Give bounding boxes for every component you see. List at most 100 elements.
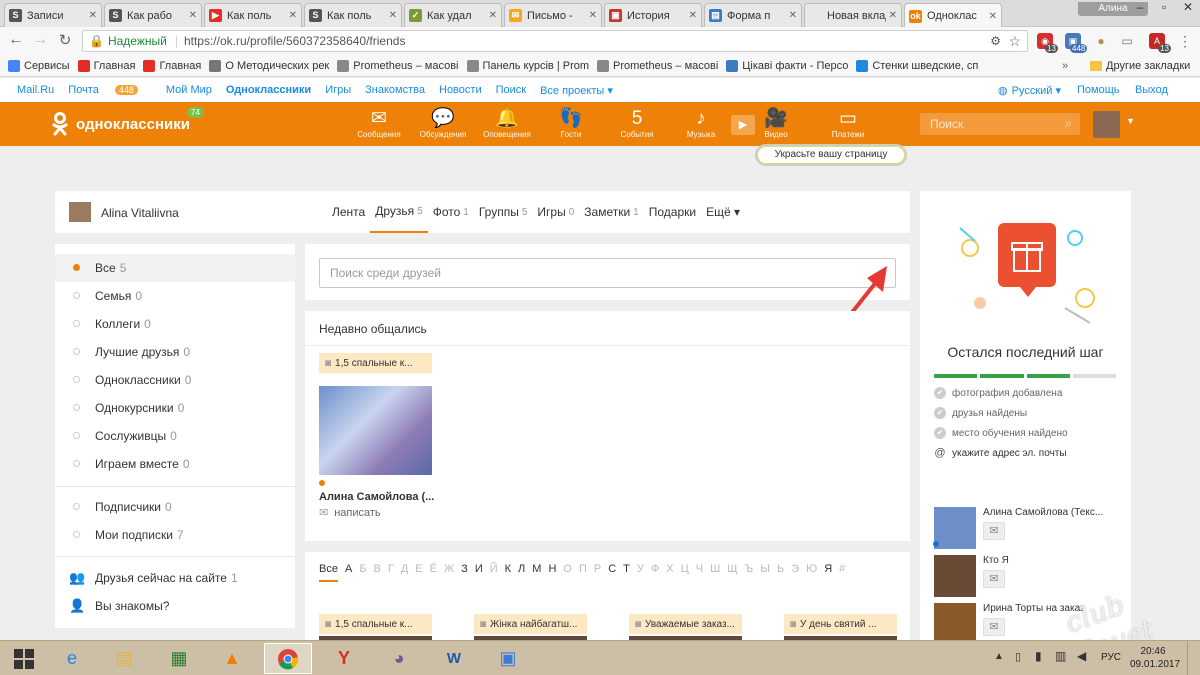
ok-nav-0[interactable]: ✉ Сообщения xyxy=(349,108,409,139)
profile-name[interactable]: Alina Vitaliivna xyxy=(101,206,179,220)
decorate-page-button[interactable]: Украсьте вашу страницу xyxy=(755,144,907,166)
alphabet-letter[interactable]: Ё xyxy=(430,563,437,582)
portal-link-mymir[interactable]: Мой Мир xyxy=(166,84,212,96)
clock[interactable]: 20:46 09.01.2017 xyxy=(1130,645,1180,671)
chrome-icon[interactable] xyxy=(264,643,312,674)
alphabet-letter[interactable]: Ю xyxy=(806,563,817,582)
tray-up-icon[interactable]: ▲ xyxy=(994,651,1004,662)
profile-tab[interactable]: Заметки 1 xyxy=(579,191,643,233)
friend-group-item[interactable]: Лучшие друзья 0 xyxy=(55,338,295,366)
help-link[interactable]: Помощь xyxy=(1077,84,1120,96)
ok-nav-2[interactable]: 🔔 Оповещения xyxy=(477,108,537,139)
close-tab-icon[interactable]: ✕ xyxy=(689,10,697,21)
close-window-icon[interactable]: ✕ xyxy=(1176,0,1200,18)
bookmark-item[interactable]: Prometheus – масові xyxy=(337,59,459,72)
portal-link-dating[interactable]: Знакомства xyxy=(365,84,425,96)
bookmark-item[interactable]: Главная xyxy=(77,59,135,72)
friend-photo[interactable] xyxy=(319,386,432,475)
alphabet-letter[interactable]: Н xyxy=(548,563,556,582)
browser-tab[interactable]: S Как рабо ✕ xyxy=(104,3,202,27)
browser-tab[interactable]: ▤ Форма п ✕ xyxy=(704,3,802,27)
user-avatar[interactable] xyxy=(1093,111,1120,138)
search-icon[interactable]: ⌕ xyxy=(1065,116,1072,131)
reload-icon[interactable]: ↻ xyxy=(55,31,75,49)
maybe-friends-link[interactable]: 👤 Вы знакомы? xyxy=(55,592,295,620)
alphabet-letter[interactable]: Ь xyxy=(777,563,784,582)
alphabet-letter[interactable]: Х xyxy=(666,563,673,582)
ok-logo[interactable]: одноклассники 74 xyxy=(52,107,204,136)
avatar[interactable] xyxy=(69,202,91,222)
friends-online-link[interactable]: 👥 Друзья сейчас на сайте 1 xyxy=(55,564,295,592)
maximize-icon[interactable]: ▫ xyxy=(1152,0,1176,18)
more-bookmarks-icon[interactable]: » xyxy=(1062,60,1068,72)
viber-icon[interactable]: ◕ xyxy=(375,643,423,674)
friend-name[interactable]: Алина Самойлова (Текс... xyxy=(983,507,1125,518)
friend-status-chip[interactable]: ◙ Жінка найбагатш... xyxy=(474,614,587,634)
alphabet-letter[interactable]: Ч xyxy=(696,563,703,582)
alphabet-letter[interactable]: О xyxy=(563,563,572,582)
friend-status-chip[interactable]: ◙ Уважаемые заказ... xyxy=(629,614,742,634)
completion-step[interactable]: @ укажите адрес эл. почты xyxy=(934,447,1066,459)
signal-icon[interactable]: ▮ xyxy=(1035,649,1042,663)
close-tab-icon[interactable]: ✕ xyxy=(489,10,497,21)
portal-link-mailru[interactable]: Mail.Ru xyxy=(17,84,54,96)
alphabet-letter[interactable]: Я xyxy=(824,563,832,582)
store-icon[interactable]: ▦ xyxy=(155,643,203,674)
battery-icon[interactable]: ▯ xyxy=(1015,650,1021,663)
friend-group-item[interactable]: Семья 0 xyxy=(55,282,295,310)
friend-group-item[interactable]: Однокурсники 0 xyxy=(55,394,295,422)
alphabet-letter[interactable]: Л xyxy=(518,563,525,582)
portal-link-ok[interactable]: Одноклассники xyxy=(226,84,311,96)
friend-status-chip[interactable]: ◙ У день святий ... xyxy=(784,614,897,634)
alphabet-letter[interactable]: Ш xyxy=(710,563,720,582)
puzzle-icon[interactable]: ⚙ xyxy=(990,34,1001,48)
ok-nav-3[interactable]: 👣 Гости xyxy=(541,108,601,139)
subscription-item[interactable]: Подписчики 0 xyxy=(55,493,295,521)
show-desktop-button[interactable] xyxy=(1187,641,1200,675)
alphabet-letter[interactable]: Г xyxy=(388,563,394,582)
browser-tab[interactable]: S Как поль ✕ xyxy=(304,3,402,27)
friend-group-item[interactable]: Играем вместе 0 xyxy=(55,450,295,478)
close-tab-icon[interactable]: ✕ xyxy=(389,10,397,21)
forward-icon[interactable]: → xyxy=(30,31,50,49)
bookmark-item[interactable]: Prometheus – масові xyxy=(597,59,718,72)
ok-nav-4[interactable]: 5 События xyxy=(607,108,667,139)
message-button[interactable]: ✉ xyxy=(983,618,1005,636)
menu-icon[interactable]: ⋮ xyxy=(1177,33,1193,49)
message-button[interactable]: ✉ xyxy=(983,522,1005,540)
profile-tab[interactable]: Лента xyxy=(327,191,370,233)
alphabet-letter[interactable]: Ж xyxy=(444,563,454,582)
alphabet-letter[interactable]: У xyxy=(637,563,644,582)
windows-start-icon[interactable] xyxy=(0,643,48,674)
profile-tab[interactable]: Фото 1 xyxy=(428,191,474,233)
address-bar[interactable]: 🔒 Надежный | https://ok.ru/profile/56037… xyxy=(82,30,1028,52)
bookmark-item[interactable]: Сервисы xyxy=(8,59,70,72)
friend-group-item[interactable]: Сослуживцы 0 xyxy=(55,422,295,450)
friend-photo[interactable] xyxy=(934,507,976,549)
cast-icon[interactable]: ▭ xyxy=(1119,33,1135,49)
portal-link-games[interactable]: Игры xyxy=(325,84,351,96)
ok-nav-1[interactable]: 💬 Обсуждения xyxy=(413,108,473,139)
bookmark-item[interactable]: Главная xyxy=(143,59,201,72)
language-select[interactable]: ◍ Русский ▾ xyxy=(998,84,1075,97)
explorer-icon[interactable]: ▤ xyxy=(100,643,148,674)
profile-tab[interactable]: Ещё ▾ xyxy=(701,191,745,233)
alphabet-letter[interactable]: З xyxy=(461,563,468,582)
other-bookmarks[interactable]: Другие закладки xyxy=(1090,60,1190,72)
alphabet-letter[interactable]: Б xyxy=(359,563,366,582)
close-tab-icon[interactable]: ✕ xyxy=(889,10,897,21)
browser-tab[interactable]: ✉ Письмо - ✕ xyxy=(504,3,602,27)
portal-link-mail[interactable]: Почта 448 xyxy=(68,84,152,96)
alphabet-letter[interactable]: Ы xyxy=(760,563,770,582)
keyboard-language[interactable]: РУС xyxy=(1101,652,1121,663)
ok-search-input[interactable]: Поиск ⌕ xyxy=(920,113,1080,135)
alphabet-letter[interactable]: Т xyxy=(623,563,630,582)
bookmark-item[interactable]: Стенки шведские, сп xyxy=(856,59,978,72)
friend-status-chip[interactable]: ◙ 1,5 спальные к... xyxy=(319,614,432,634)
profile-tab[interactable]: Друзья 5 xyxy=(370,191,428,233)
word-icon[interactable]: W xyxy=(430,643,478,674)
profile-tab[interactable]: Группы 5 xyxy=(474,191,533,233)
friend-name[interactable]: Алина Самойлова (... xyxy=(319,491,434,503)
back-icon[interactable]: ← xyxy=(6,31,26,49)
bookmark-star-icon[interactable]: ☆ xyxy=(1008,33,1021,50)
